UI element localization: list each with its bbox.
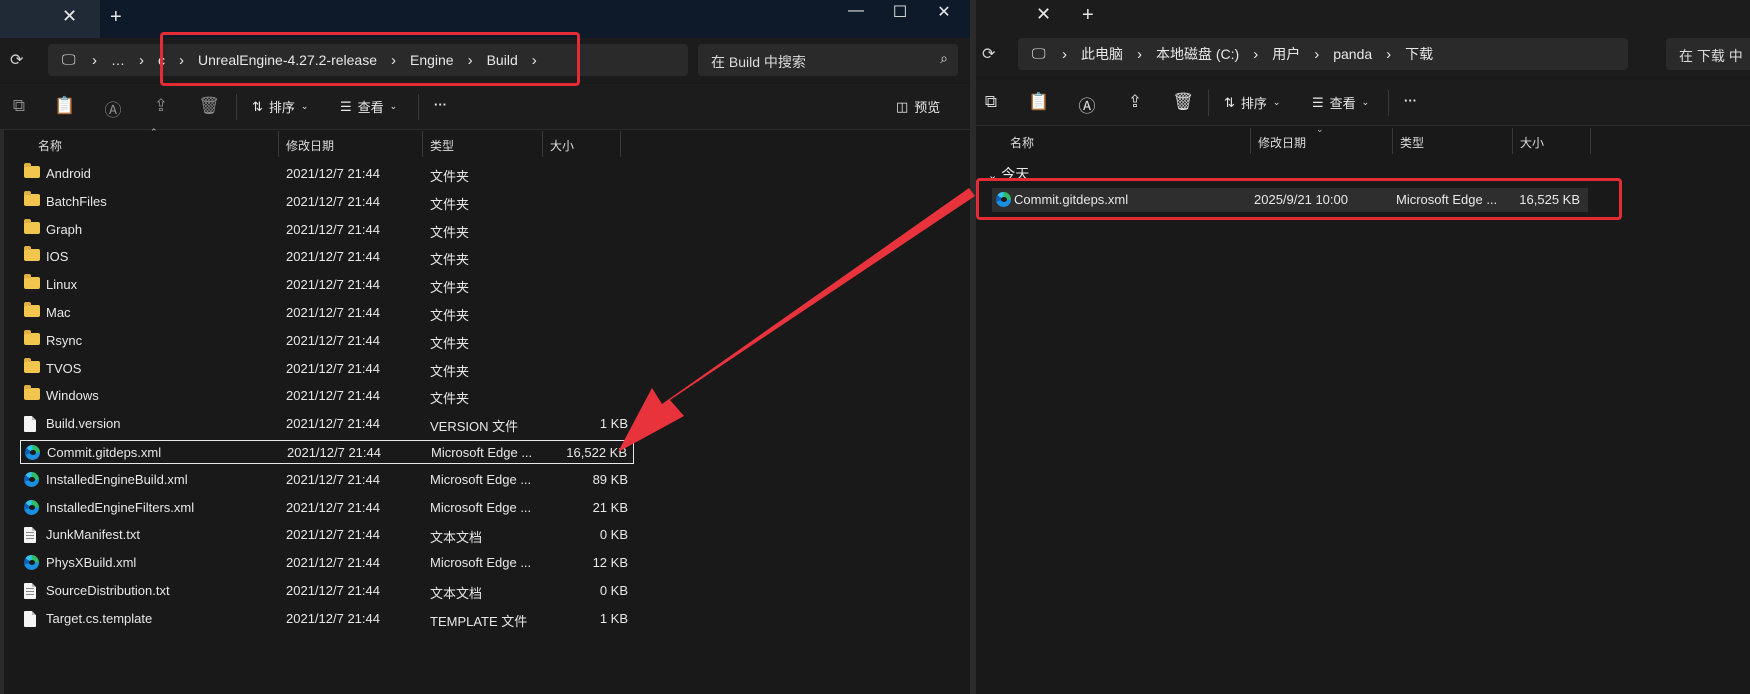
annotation-arrow — [618, 188, 975, 452]
